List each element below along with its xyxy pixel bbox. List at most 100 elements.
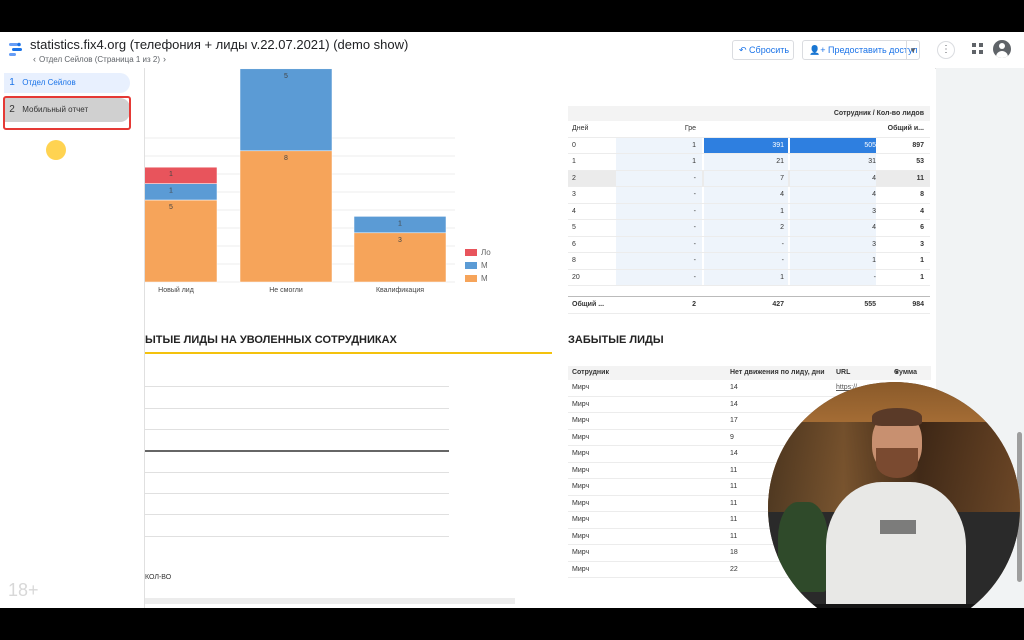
more-vert-icon[interactable]: ⋮ [937, 41, 955, 59]
table-cell: 14 [730, 384, 738, 391]
table-header-row: Сотрудник Нет движения по лиду, дни URL … [568, 366, 931, 380]
pivot-row[interactable]: 8 - - 1 1 [568, 253, 930, 270]
report-title[interactable]: statistics.fix4.org (телефония + лиды v.… [30, 37, 408, 52]
pivot-row[interactable]: 20 - 1 - 1 [568, 269, 930, 286]
sidebar-page-sales[interactable]: 1 Отдел Сейлов [4, 73, 130, 93]
col-header: Гре [684, 125, 696, 132]
table-cell: Мирч [572, 565, 590, 573]
bar-data-label: 1 [169, 171, 173, 178]
pivot-cell: 4 [920, 207, 924, 215]
chevron-left-icon[interactable]: ‹ [30, 54, 39, 64]
app-frame: statistics.fix4.org (телефония + лиды v.… [0, 32, 1024, 608]
share-button[interactable]: 👤+ Предоставить доступ ▾ [802, 40, 920, 60]
chevron-right-icon[interactable]: › [160, 54, 169, 64]
bar-segment[interactable] [145, 199, 218, 283]
table-cell: 17 [730, 417, 738, 424]
sort-desc-icon: ▼ [894, 370, 900, 376]
pivot-row[interactable]: 3 - 4 4 8 [568, 187, 930, 204]
pivot-row[interactable]: 5 - 2 4 6 [568, 220, 930, 237]
legend-swatch [465, 249, 477, 257]
reset-button[interactable]: ↶ Сбросить [732, 40, 794, 60]
pivot-row[interactable]: 0 1 391 505 897 [568, 137, 930, 154]
bar-segment[interactable] [145, 183, 218, 201]
col-header[interactable]: Нет движения по лиду, дни [730, 366, 825, 380]
pivot-body: 0 1 391 505 897 1 1 21 31 53 2 - 7 4 1 1 3 - 4 4 8 4 - 1 3 4 5-2 4 6… [568, 137, 930, 314]
pivot-cell: - [693, 224, 696, 231]
table-cell: 22 [730, 565, 738, 573]
legend-swatch [465, 275, 477, 283]
col-header[interactable]: Сотрудник [572, 366, 609, 380]
table-cell: Мирч [572, 516, 590, 523]
pivot-cell: 555 [864, 301, 876, 308]
table-cell: 14 [730, 400, 738, 408]
stacked-bar-chart[interactable]: 5 1 1 Новый лид 8 5 Не смогли 3 1 Квалификация [145, 68, 465, 298]
pivot-row[interactable]: 1 1 21 31 53 [568, 154, 930, 171]
data-studio-logo-icon[interactable] [8, 41, 24, 57]
pivot-cell: - [693, 257, 696, 264]
pivot-row[interactable]: 2 - 7 4 11 [568, 170, 930, 187]
pivot-cell: 4 [572, 207, 576, 215]
pivot-cell: 1 [780, 207, 784, 215]
pivot-cell: 6 [572, 240, 576, 248]
pivot-cell: - [781, 257, 784, 264]
table-cell: Мирч [572, 499, 590, 507]
pivot-cell: - [873, 273, 876, 281]
add-person-icon: 👤+ [809, 45, 828, 55]
legend-item[interactable]: М [465, 274, 491, 287]
pivot-cell: - [693, 191, 696, 198]
col-header[interactable]: URL [836, 366, 850, 380]
table-cell: Мирч [572, 433, 590, 441]
table-cell: 11 [730, 499, 738, 507]
section-title-fired: ЫТЫЕ ЛИДЫ НА УВОЛЕННЫХ СОТРУДНИКАХ [145, 334, 397, 346]
avatar[interactable] [993, 40, 1011, 58]
pivot-cell: 3 [920, 240, 924, 248]
col-header-days: Дней [572, 125, 589, 132]
pivot-total-row[interactable]: Общий ... 2 427 555 984 [568, 296, 930, 314]
table-cell: Мирч [572, 417, 590, 424]
pivot-cell: 20 [572, 273, 580, 281]
apps-grid-icon[interactable] [972, 43, 984, 55]
bar-segment[interactable] [239, 150, 333, 283]
section-underline [145, 352, 552, 354]
bar-data-label: 1 [169, 188, 173, 195]
pivot-cell: 7 [780, 174, 784, 182]
table-cell: 11 [730, 466, 738, 474]
pivot-cell: 2 [572, 174, 576, 182]
table-footer-label: КОЛ-ВО [145, 574, 172, 581]
undo-icon: ↶ [739, 45, 750, 55]
page-number: 1 [9, 77, 15, 88]
page-label: Отдел Сейлов [22, 78, 76, 87]
table-cell: 14 [730, 450, 738, 457]
highlight-annotation [3, 96, 131, 130]
pages-sidebar: 1 Отдел Сейлов 2 Мобильный отчет [0, 68, 145, 608]
chart-legend: Ло М М [465, 248, 491, 287]
legend-item[interactable]: Ло [465, 248, 491, 261]
x-tick-label: Новый лид [158, 286, 194, 294]
bar-segment[interactable] [145, 166, 218, 184]
pivot-row[interactable]: 6 - - 3 3 [568, 236, 930, 253]
pivot-cell: 3 [872, 207, 876, 215]
table-cell: Мирч [572, 483, 590, 490]
bar-segment[interactable] [239, 68, 333, 152]
table-cell: 11 [730, 516, 738, 523]
x-tick-label: Квалификация [376, 287, 424, 294]
age-rating-watermark: 18+ [8, 580, 39, 600]
table-cell: Мирч [572, 532, 590, 540]
pivot-cell: 984 [912, 301, 924, 308]
pivot-cell: 3 [872, 240, 876, 248]
pivot-row[interactable]: 4 - 1 3 4 [568, 203, 930, 220]
col-header-total: Общий и... [887, 125, 924, 132]
share-dropdown-icon[interactable]: ▾ [906, 41, 919, 59]
breadcrumb[interactable]: ‹ Отдел Сейлов (Страница 1 из 2) › [30, 54, 169, 64]
pivot-table[interactable]: Сотрудник / Кол-во лидов Дней Гре Общий … [568, 106, 930, 314]
horizontal-scrollbar[interactable] [145, 598, 515, 604]
x-tick-label: Не смогли [269, 287, 303, 294]
pivot-cell: 8 [572, 257, 576, 264]
pivot-cell: - [693, 207, 696, 215]
pivot-cell: 0 [572, 141, 576, 149]
legend-item[interactable]: М [465, 261, 491, 274]
pivot-cell: 4 [872, 191, 876, 198]
reset-label: Сбросить [749, 45, 790, 55]
pivot-cell: 1 [572, 158, 576, 165]
pivot-cell: - [693, 174, 696, 182]
